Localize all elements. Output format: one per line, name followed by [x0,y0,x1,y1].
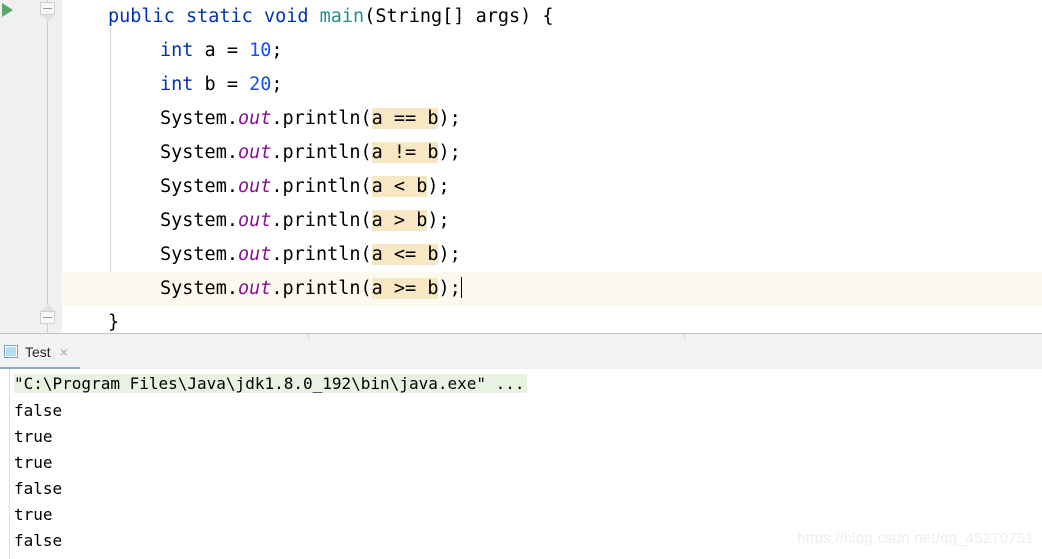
code-token: .println( [271,278,372,299]
code-line-text: System.out.println(a >= b); [62,272,462,306]
code-token: ; [271,74,283,95]
code-line-text: System.out.println(a < b); [62,170,450,204]
code-token: } [108,312,120,333]
fold-collapse-icon-bottom[interactable] [38,303,57,324]
line-method-signature[interactable]: public static void main(String[] args) { [62,0,1042,34]
code-token: 20 [249,74,272,95]
code-token: ); [438,108,461,129]
code-token: System. [160,108,238,129]
code-line-text: System.out.println(a == b); [62,102,461,136]
console-output-line: false [14,479,63,498]
editor-gutter[interactable] [0,0,36,334]
run-tool-window: Test × "C:\Program Files\Java\jdk1.8.0_1… [0,334,1042,559]
tab-bar-separator [308,334,309,339]
code-token: System. [160,278,238,299]
line-print-eq[interactable]: System.out.println(a == b); [62,102,1042,136]
code-line-text: int b = 20; [62,68,283,102]
text-caret [460,277,462,298]
console-output-line: true [14,505,53,524]
code-token: .println( [271,244,372,265]
code-token: out [237,142,272,163]
line-decl-a[interactable]: int a = 10; [62,34,1042,68]
fold-region-line [47,0,48,334]
line-print-gt[interactable]: System.out.println(a > b); [62,204,1042,238]
line-print-gte[interactable]: System.out.println(a >= b); [62,272,1042,306]
code-token: void [263,6,309,27]
fold-collapse-icon-top[interactable] [38,2,57,23]
code-token: System. [160,210,238,231]
code-line-text: System.out.println(a > b); [62,204,450,238]
code-token: System. [160,142,238,163]
code-token: a < b [371,176,428,197]
code-token: ; [271,40,283,61]
code-token: out [237,244,272,265]
code-token: public [108,6,175,27]
code-token: a == b [371,108,439,129]
code-token: ); [438,244,461,265]
code-token: main [319,6,365,27]
tab-bar-separator [684,334,685,339]
code-line-text: } [62,306,119,334]
code-token: a = [193,40,250,61]
code-token: b = [193,74,250,95]
code-token: System. [160,176,238,197]
code-token: ); [427,210,450,231]
code-token: a >= b [371,278,439,299]
console-output-line: true [14,427,53,446]
console-command-text: "C:\Program Files\Java\jdk1.8.0_192\bin\… [14,374,527,393]
console-command-line: "C:\Program Files\Java\jdk1.8.0_192\bin\… [14,373,527,394]
close-icon[interactable]: × [60,345,68,359]
code-text-area[interactable]: public static void main(String[] args) {… [62,0,1042,334]
tab-label: Test [25,343,51,360]
code-token: int [160,40,194,61]
line-close-brace[interactable]: } [62,306,1042,334]
run-gutter-icon[interactable] [2,3,13,17]
code-token: out [237,278,272,299]
line-print-lt[interactable]: System.out.println(a < b); [62,170,1042,204]
code-token: System. [160,244,238,265]
editor-fold-gutter[interactable] [36,0,62,334]
tab-test[interactable]: Test × [0,334,78,369]
code-token: out [237,176,272,197]
code-token: static [185,6,253,27]
console-icon [4,345,18,358]
code-token: ); [438,142,461,163]
code-token: a != b [371,142,439,163]
code-token: a <= b [371,244,439,265]
console-output-line: true [14,453,53,472]
code-token: ); [427,176,450,197]
code-token: out [237,108,272,129]
console-output-line: false [14,401,63,420]
code-token: .println( [271,210,372,231]
code-line-text: System.out.println(a <= b); [62,238,461,272]
console-gutter [9,369,10,559]
code-token: .println( [271,108,372,129]
code-token: (String[] args) { [364,6,554,27]
code-token: a > b [371,210,428,231]
console-output-line: false [14,531,63,550]
code-token: .println( [271,176,372,197]
line-print-neq[interactable]: System.out.println(a != b); [62,136,1042,170]
code-token: .println( [271,142,372,163]
watermark: https://blog.csdn.net/qq_45270751 [797,530,1034,547]
code-token: 10 [249,40,272,61]
run-tab-bar: Test × [0,334,1042,369]
code-token: out [237,210,272,231]
code-line-text: public static void main(String[] args) { [62,0,554,34]
code-token: int [160,74,194,95]
ide-window: public static void main(String[] args) {… [0,0,1042,559]
code-token: ); [438,278,461,299]
code-line-text: System.out.println(a != b); [62,136,461,170]
line-decl-b[interactable]: int b = 20; [62,68,1042,102]
line-print-lte[interactable]: System.out.println(a <= b); [62,238,1042,272]
code-editor[interactable]: public static void main(String[] args) {… [0,0,1042,334]
code-line-text: int a = 10; [62,34,283,68]
